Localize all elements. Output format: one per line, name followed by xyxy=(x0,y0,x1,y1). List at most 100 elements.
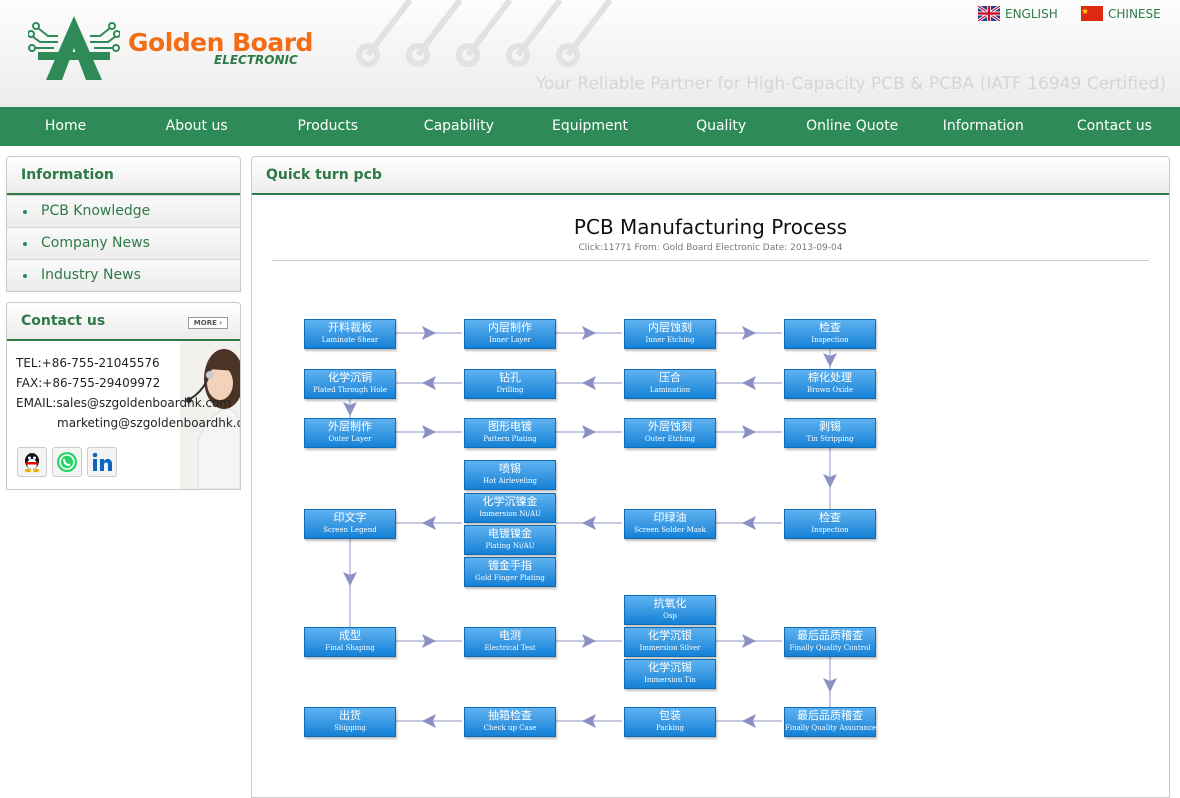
nav-capability[interactable]: Capability xyxy=(393,107,524,146)
process-step: 电测 Electrical Test xyxy=(464,627,556,657)
sidebar-item-industry-news[interactable]: Industry News xyxy=(7,259,240,291)
process-step-cn: 检查 xyxy=(819,511,841,524)
contact-panel-header: Contact us MORE › xyxy=(7,303,240,341)
nav-quality[interactable]: Quality xyxy=(656,107,787,146)
sidebar-item-pcb-knowledge[interactable]: PCB Knowledge xyxy=(7,195,240,227)
nav-about-us[interactable]: About us xyxy=(131,107,262,146)
fax-number: FAX:+86-755-29409972 xyxy=(16,376,161,390)
process-step: 化学沉铜 Plated Through Hole xyxy=(304,369,396,399)
process-step: 压合 Lamination xyxy=(624,369,716,399)
process-step-cn: 化学沉镍金 xyxy=(482,495,538,508)
process-step: 包装 Packing xyxy=(624,707,716,737)
language-english-link[interactable]: ENGLISH xyxy=(978,6,1058,21)
process-step: 外层蚀刻 Outer Etching xyxy=(624,418,716,448)
process-step-en: Outer Etching xyxy=(644,435,696,443)
process-step: 最后品质稽查 Finally Quality Assurance xyxy=(784,707,876,737)
nav-contact-us[interactable]: Contact us xyxy=(1049,107,1180,146)
contact-details: TEL:+86-755-21045576 FAX:+86-755-2940997… xyxy=(16,353,240,433)
language-chinese-link[interactable]: CHINESE xyxy=(1081,6,1161,21)
email-sales[interactable]: EMAIL:sales@szgoldenboardhk.com xyxy=(16,393,240,413)
process-step-en: Osp xyxy=(663,612,677,620)
process-step-cn: 外层蚀刻 xyxy=(648,420,692,433)
process-step-cn: 最后品质稽查 xyxy=(797,629,863,642)
process-step-cn: 镀金手指 xyxy=(488,559,532,572)
whatsapp-icon xyxy=(57,452,77,472)
process-step: 图形电镀 Pattern Plating xyxy=(464,418,556,448)
process-step: 内层蚀刻 Inner Etching xyxy=(624,319,716,349)
china-flag-icon xyxy=(1081,6,1103,21)
process-step-en: Inspection xyxy=(811,336,849,344)
nav-online-quote[interactable]: Online Quote xyxy=(787,107,918,146)
process-step: 检查 Inspection xyxy=(784,509,876,539)
process-step-en: Plated Through Hole xyxy=(313,386,387,394)
tagline: Your Reliable Partner for High-Capacity … xyxy=(535,74,1166,94)
article-title: PCB Manufacturing Process xyxy=(573,215,848,239)
nav-information[interactable]: Information xyxy=(918,107,1049,146)
process-step-cn: 印文字 xyxy=(333,511,367,524)
process-step: 印绿油 Screen Solder Mask xyxy=(624,509,716,539)
process-step: 棕化处理 Brown Oxide xyxy=(784,369,876,399)
process-flowchart: 开料裁板 Laminate Shear 内层制作 Inner Layer 内层蚀刻 Inn… xyxy=(304,319,884,749)
bullet-icon xyxy=(23,274,27,278)
process-step-cn: 化学沉银 xyxy=(648,629,692,642)
process-step-cn: 检查 xyxy=(819,321,841,334)
whatsapp-link[interactable] xyxy=(52,447,82,477)
golden-board-logo[interactable] xyxy=(28,14,120,82)
process-step-en: Immersion Tin xyxy=(644,676,696,684)
contact-panel: Contact us MORE › TEL:+86-755-21045576 F… xyxy=(6,302,241,490)
site-header: Golden Board ELECTRONIC Your Reliable Pa… xyxy=(0,0,1180,107)
process-step: 开料裁板 Laminate Shear xyxy=(304,319,396,349)
nav-products[interactable]: Products xyxy=(262,107,393,146)
sidebar-item-label: PCB Knowledge xyxy=(41,203,151,219)
process-step-cn: 开料裁板 xyxy=(328,321,372,334)
process-step: 镀金手指 Gold Finger Plating xyxy=(464,557,556,587)
process-step-en: Inspection xyxy=(811,526,849,534)
process-step-cn: 喷锡 xyxy=(499,462,521,475)
contact-body: TEL:+86-755-21045576 FAX:+86-755-2940997… xyxy=(7,341,240,489)
linkedin-link[interactable] xyxy=(87,447,117,477)
process-step: 内层制作 Inner Layer xyxy=(464,319,556,349)
language-chinese-label: CHINESE xyxy=(1108,6,1161,21)
process-step-en: Laminate Shear xyxy=(321,336,379,344)
process-step-cn: 包装 xyxy=(659,709,681,722)
process-step: 化学沉镍金 Immersion Ni/AU xyxy=(464,493,556,523)
process-step: 化学沉银 Immersion Silver xyxy=(624,627,716,657)
process-step-cn: 化学沉铜 xyxy=(328,371,372,384)
process-step-en: Brown Oxide xyxy=(807,386,853,394)
process-step-cn: 棕化处理 xyxy=(808,371,852,384)
phone-number: TEL:+86-755-21045576 xyxy=(16,356,160,370)
qq-link[interactable] xyxy=(17,447,47,477)
process-step: 电镀镍金 Plating Ni/AU xyxy=(464,525,556,555)
process-step-en: Check up Case xyxy=(483,724,537,732)
process-step-cn: 化学沉锡 xyxy=(648,661,692,674)
email-marketing[interactable]: marketing@szgoldenboardhk.com xyxy=(16,413,240,433)
information-title: Information xyxy=(7,157,240,195)
process-step-en: Inner Etching xyxy=(645,336,695,344)
process-step-en: Drilling xyxy=(496,386,524,394)
process-step-en: Tin Stripping xyxy=(806,435,854,443)
nav-equipment[interactable]: Equipment xyxy=(524,107,655,146)
nav-home[interactable]: Home xyxy=(0,107,131,146)
social-links xyxy=(17,447,117,477)
sidebar-item-label: Company News xyxy=(41,235,150,251)
process-step: 外层制作 Outer Layer xyxy=(304,418,396,448)
process-step-cn: 图形电镀 xyxy=(488,420,532,433)
process-step-en: Final Shaping xyxy=(325,644,375,652)
section-title: Quick turn pcb xyxy=(252,157,1169,195)
bullet-icon xyxy=(23,210,27,214)
qq-icon xyxy=(25,453,39,473)
process-step-cn: 最后品质稽查 xyxy=(797,709,863,722)
process-step: 成型 Final Shaping xyxy=(304,627,396,657)
process-step: 化学沉锡 Immersion Tin xyxy=(624,659,716,689)
process-step-cn: 印绿油 xyxy=(653,511,687,524)
more-button[interactable]: MORE › xyxy=(188,317,228,329)
sidebar-item-company-news[interactable]: Company News xyxy=(7,227,240,259)
process-step-en: Finally Quality Control xyxy=(789,644,871,652)
article-meta: Click:11771 From: Gold Board Electronic … xyxy=(578,243,843,253)
divider xyxy=(272,260,1149,261)
process-step-en: Finally Quality Assurance xyxy=(785,724,877,732)
linkedin-icon xyxy=(92,452,112,471)
process-step-cn: 抽箱检查 xyxy=(488,709,532,722)
process-step-cn: 电测 xyxy=(499,629,521,642)
process-step: 钻孔 Drilling xyxy=(464,369,556,399)
